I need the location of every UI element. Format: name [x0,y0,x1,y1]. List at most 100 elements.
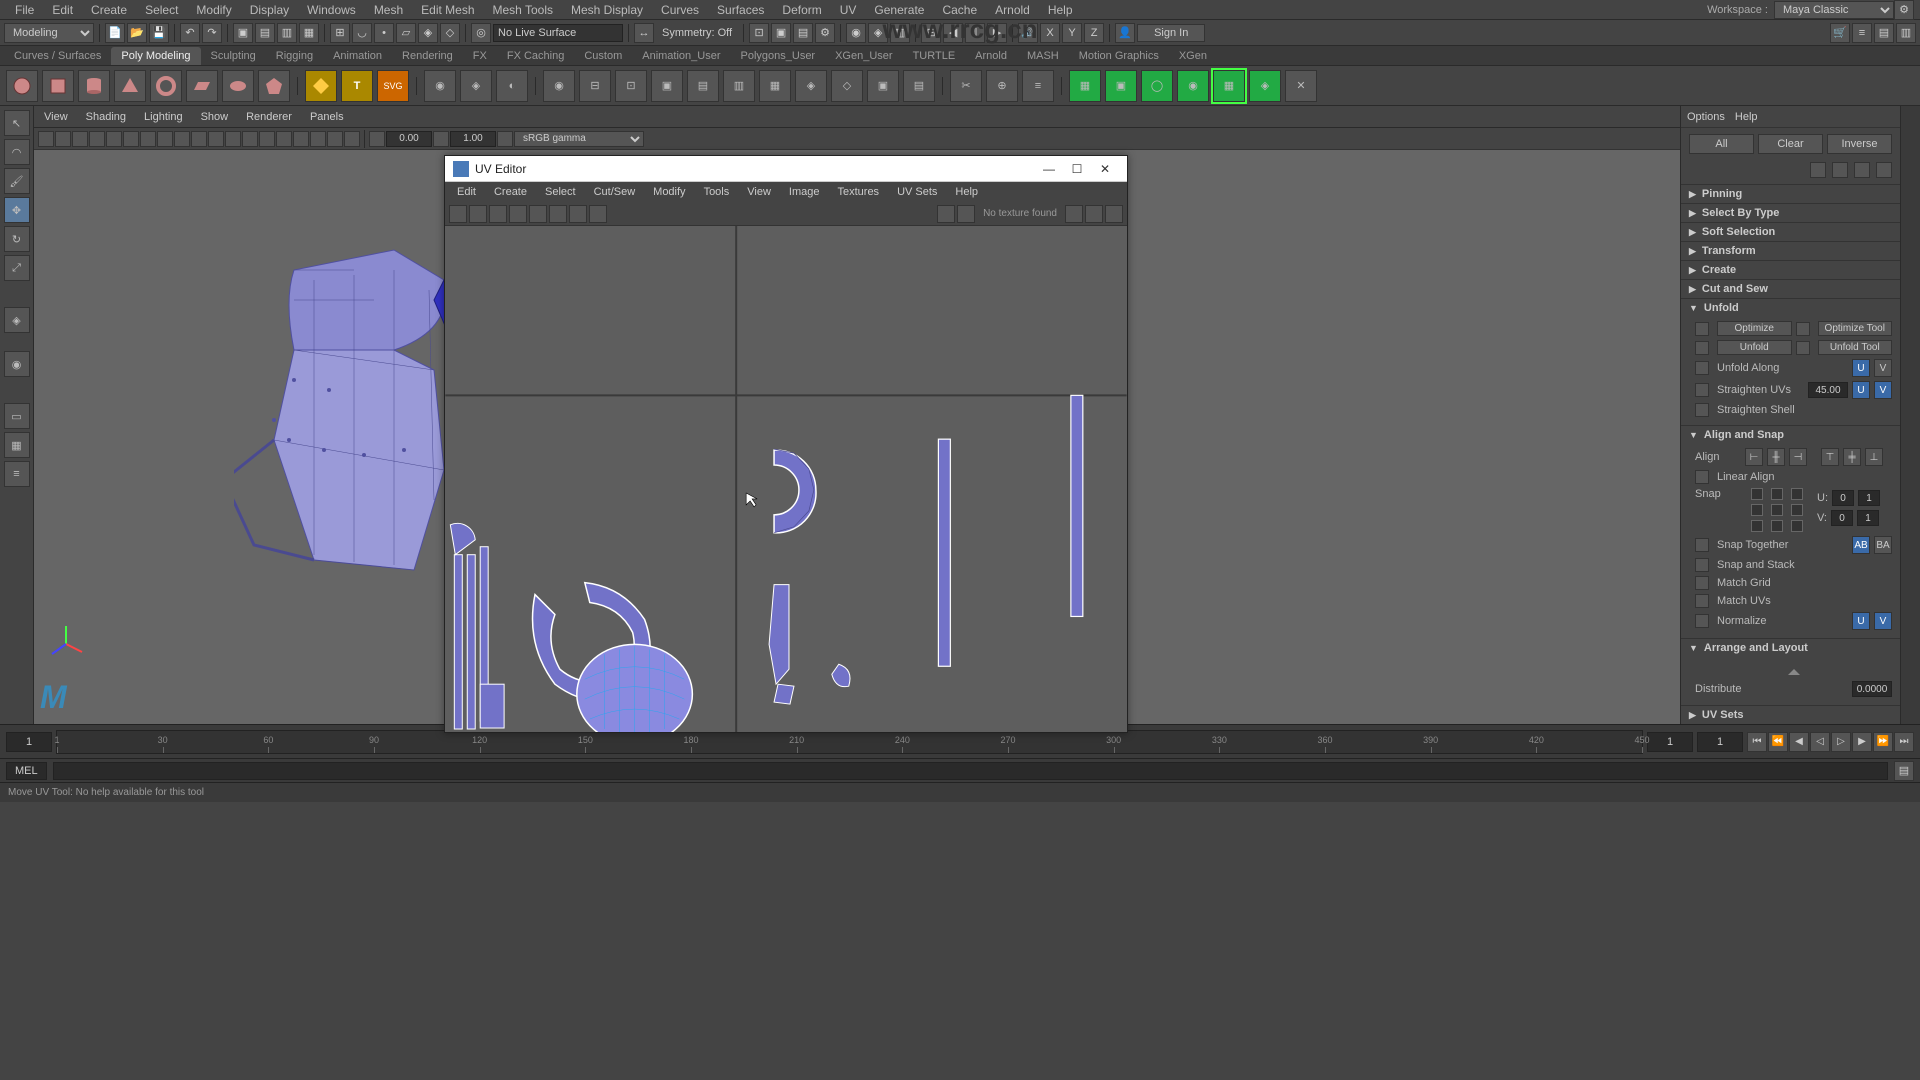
paint-select-tool[interactable]: 🖌 [4,168,30,194]
vp-time-start[interactable] [386,131,432,147]
vp-xray-icon[interactable] [310,131,326,147]
shelf-tab-xgen[interactable]: XGen [1169,47,1217,65]
spherical-icon[interactable]: ◉ [1177,70,1209,102]
filter-inverse-button[interactable]: Inverse [1827,134,1892,154]
hypershade-icon[interactable]: ◉ [846,23,866,43]
section-create[interactable]: ▶Create [1681,261,1900,279]
boolean-difference-icon[interactable]: ⊟ [579,70,611,102]
menu-cache[interactable]: Cache [933,3,986,17]
workspace-select[interactable]: Maya Classic [1774,1,1894,19]
shelf-tab-fxcaching[interactable]: FX Caching [497,47,574,65]
poly-cone-icon[interactable] [114,70,146,102]
filter-all-button[interactable]: All [1689,134,1754,154]
straighten-shell-label[interactable]: Straighten Shell [1717,404,1892,416]
shelf-tab-polyuser[interactable]: Polygons_User [731,47,826,65]
uv-minimize-icon[interactable]: — [1035,159,1063,179]
vp-gamma-icon[interactable] [433,131,449,147]
align-hcenter-icon[interactable]: ╫ [1767,448,1785,466]
normalize-v-button[interactable]: V [1874,612,1892,630]
match-uvs-label[interactable]: Match UVs [1717,595,1892,607]
poly-svg-icon[interactable]: SVG [377,70,409,102]
live-surface-input[interactable] [493,24,623,42]
normalize-label[interactable]: Normalize [1717,615,1848,627]
z-icon[interactable]: Z [1084,23,1104,43]
combine-icon[interactable]: ◉ [424,70,456,102]
optimize-button[interactable]: Optimize [1717,321,1792,336]
snap-ba-button[interactable]: BA [1874,536,1892,554]
smooth-icon[interactable]: ◐ [496,70,528,102]
extrude-icon[interactable]: ▣ [651,70,683,102]
vp-image-plane-icon[interactable] [72,131,88,147]
workspace-reset-icon[interactable]: ⚙ [1894,0,1914,20]
uv-tb-tex1-icon[interactable] [937,205,955,223]
uv-menu-uvsets[interactable]: UV Sets [889,186,945,198]
script-lang-label[interactable]: MEL [6,762,47,780]
select-object-icon[interactable]: ▥ [277,23,297,43]
uv-tb-checker-icon[interactable] [569,205,587,223]
poly-cylinder-icon[interactable] [78,70,110,102]
playback-pause-icon[interactable]: ‖ [965,23,985,43]
poly-disc-icon[interactable] [222,70,254,102]
poly-type-icon[interactable]: T [341,70,373,102]
poly-torus-icon[interactable] [150,70,182,102]
menu-uv[interactable]: UV [831,3,866,17]
snap-check-ml[interactable] [1751,504,1763,516]
step-fwd-icon[interactable]: ▶ [1852,732,1872,752]
snap-stack-label[interactable]: Snap and Stack [1717,559,1892,571]
shelf-tab-animation[interactable]: Animation [323,47,392,65]
uv-menu-image[interactable]: Image [781,186,828,198]
snap-v-a-input[interactable] [1831,510,1853,526]
menu-modify[interactable]: Modify [187,3,240,17]
toggle-panel-icon[interactable]: ▤ [1874,23,1894,43]
snap-v-b-input[interactable] [1857,510,1879,526]
align-left-icon[interactable]: ⊢ [1745,448,1763,466]
ipr-icon[interactable]: ▤ [793,23,813,43]
vp-show[interactable]: Show [197,111,233,123]
start-frame-input[interactable] [6,732,52,752]
merge-icon[interactable]: ▤ [903,70,935,102]
shelf-tab-turtle[interactable]: TURTLE [903,47,966,65]
snap-check-br[interactable] [1791,520,1803,532]
menu-curves[interactable]: Curves [652,3,708,17]
vp-camera-icon[interactable] [38,131,54,147]
vp-panels[interactable]: Panels [306,111,348,123]
poly-sphere-icon[interactable] [6,70,38,102]
straighten-u-button[interactable]: U [1852,381,1870,399]
section-pinning[interactable]: ▶Pinning [1681,185,1900,203]
select-component-icon[interactable]: ▦ [299,23,319,43]
snap-surface-icon[interactable]: ◈ [418,23,438,43]
uv-titlebar[interactable]: UV Editor — ☐ ✕ [445,156,1127,182]
vp-motion-icon[interactable] [293,131,309,147]
playback-step-back-icon[interactable]: ◀ [943,23,963,43]
menu-generate[interactable]: Generate [865,3,933,17]
uv-menu-tools[interactable]: Tools [696,186,738,198]
section-transform[interactable]: ▶Transform [1681,242,1900,260]
marketplace-icon[interactable]: 🛒 [1830,23,1850,43]
snap-check-tr[interactable] [1791,488,1803,500]
snap-u-b-input[interactable] [1858,490,1880,506]
snap-ab-button[interactable]: AB [1852,536,1870,554]
vp-shading[interactable]: Shading [82,111,130,123]
uv-menu-modify[interactable]: Modify [645,186,693,198]
uv-tb-refresh-icon[interactable] [1065,205,1083,223]
vp-gamma-select[interactable]: sRGB gamma [514,131,644,147]
contour-icon[interactable]: ◈ [1249,70,1281,102]
vp-colormgmt-icon[interactable] [497,131,513,147]
uv-maximize-icon[interactable]: ☐ [1063,159,1091,179]
vp-2d-icon[interactable] [89,131,105,147]
uv-menu-help[interactable]: Help [947,186,986,198]
uv-tb-uvshell-icon[interactable] [449,205,467,223]
vp-shaded-icon[interactable] [208,131,224,147]
uv-tb-camera-icon[interactable] [589,205,607,223]
vp-isolate-icon[interactable] [344,131,360,147]
new-scene-icon[interactable]: 📄 [105,23,125,43]
render-setup-icon[interactable]: ▥ [890,23,910,43]
render-settings-icon[interactable]: ⚙ [815,23,835,43]
layout-outliner[interactable]: ≡ [4,461,30,487]
volume-icon[interactable]: 🔊 [1018,23,1038,43]
save-scene-icon[interactable]: 💾 [149,23,169,43]
layout-four[interactable]: ▦ [4,432,30,458]
poly-plane-icon[interactable] [186,70,218,102]
step-back-key-icon[interactable]: ⏪ [1768,732,1788,752]
filter-clear-button[interactable]: Clear [1758,134,1823,154]
